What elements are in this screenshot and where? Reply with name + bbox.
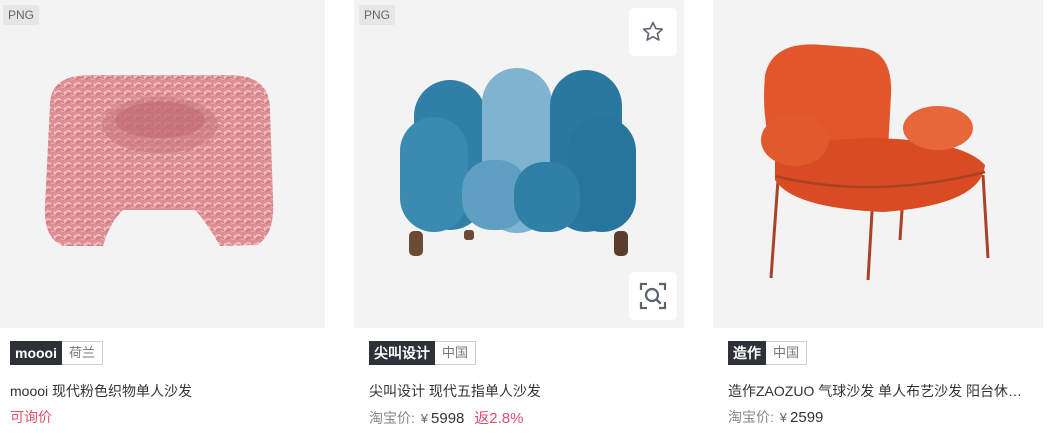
price-row: 淘宝价: ¥5998 返2.8% bbox=[369, 407, 523, 428]
product-card[interactable]: PNG 尖叫设计 中国 尖叫设计 现代五指单人沙发 淘宝价: ¥ 5998 返2… bbox=[354, 0, 684, 439]
currency-symbol: ¥ bbox=[779, 410, 788, 425]
price-label: 淘宝价: bbox=[369, 410, 415, 426]
product-card[interactable]: 造作 中国 造作ZAOZUO 气球沙发 单人布艺沙发 阳台休闲椅 淘宝价: ¥2… bbox=[713, 0, 1043, 439]
product-tags: 尖叫设计 中国 bbox=[369, 341, 477, 365]
brand-tag[interactable]: 尖叫设计 bbox=[369, 341, 435, 365]
currency-symbol: ¥ bbox=[420, 411, 429, 426]
brand-tag[interactable]: moooi bbox=[10, 341, 62, 365]
orange-balloon-armchair-image bbox=[761, 44, 990, 281]
star-icon bbox=[642, 21, 664, 41]
product-title[interactable]: 尖叫设计 现代五指单人沙发 bbox=[369, 381, 669, 401]
price-row: 可询价 bbox=[10, 407, 52, 427]
product-title[interactable]: moooi 现代粉色织物单人沙发 bbox=[10, 381, 310, 401]
product-tags: 造作 中国 bbox=[728, 341, 808, 365]
price-value: 5998 bbox=[431, 410, 465, 427]
brand-tag[interactable]: 造作 bbox=[728, 341, 766, 365]
price-value: 2599 bbox=[790, 409, 824, 426]
price-label: 淘宝价: bbox=[728, 409, 774, 425]
origin-tag: 荷兰 bbox=[62, 341, 104, 365]
rebate-badge: 返2.8% bbox=[474, 410, 524, 427]
price-row: 淘宝价: ¥2599 bbox=[728, 407, 823, 427]
product-tags: moooi 荷兰 bbox=[10, 341, 104, 365]
product-title[interactable]: 造作ZAOZUO 气球沙发 单人布艺沙发 阳台休闲椅 bbox=[728, 381, 1028, 401]
image-search-button[interactable] bbox=[629, 272, 677, 320]
image-search-icon bbox=[639, 282, 667, 310]
pink-ruffle-armchair-image bbox=[44, 75, 274, 246]
product-card[interactable]: PNG moooi 荷兰 moooi 现代粉色织物单人沙发 可询价 bbox=[0, 0, 325, 439]
product-image[interactable]: PNG bbox=[354, 0, 684, 328]
favorite-button[interactable] bbox=[629, 8, 677, 56]
product-image[interactable] bbox=[713, 0, 1043, 328]
inquiry-price: 可询价 bbox=[10, 409, 52, 425]
origin-tag: 中国 bbox=[766, 341, 808, 365]
product-image[interactable]: PNG bbox=[0, 0, 325, 328]
product-grid: PNG moooi 荷兰 moooi 现代粉色织物单人沙发 可询价 PNG 尖叫… bbox=[0, 0, 1050, 439]
origin-tag: 中国 bbox=[435, 341, 477, 365]
